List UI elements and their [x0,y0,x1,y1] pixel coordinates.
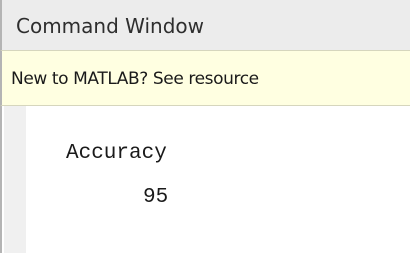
new-user-info-bar: New to MATLAB? See resource [0,50,410,106]
command-window: Command Window New to MATLAB? See resour… [0,0,410,253]
command-window-output[interactable]: Accuracy 95 [0,106,410,253]
output-variable-value: 95 [143,186,169,209]
command-window-titlebar[interactable]: Command Window [0,0,410,50]
output-gutter [4,106,26,253]
window-title: Command Window [16,14,205,38]
info-bar-link[interactable]: New to MATLAB? See resource [11,69,259,89]
output-variable-name: Accuracy [66,142,167,165]
